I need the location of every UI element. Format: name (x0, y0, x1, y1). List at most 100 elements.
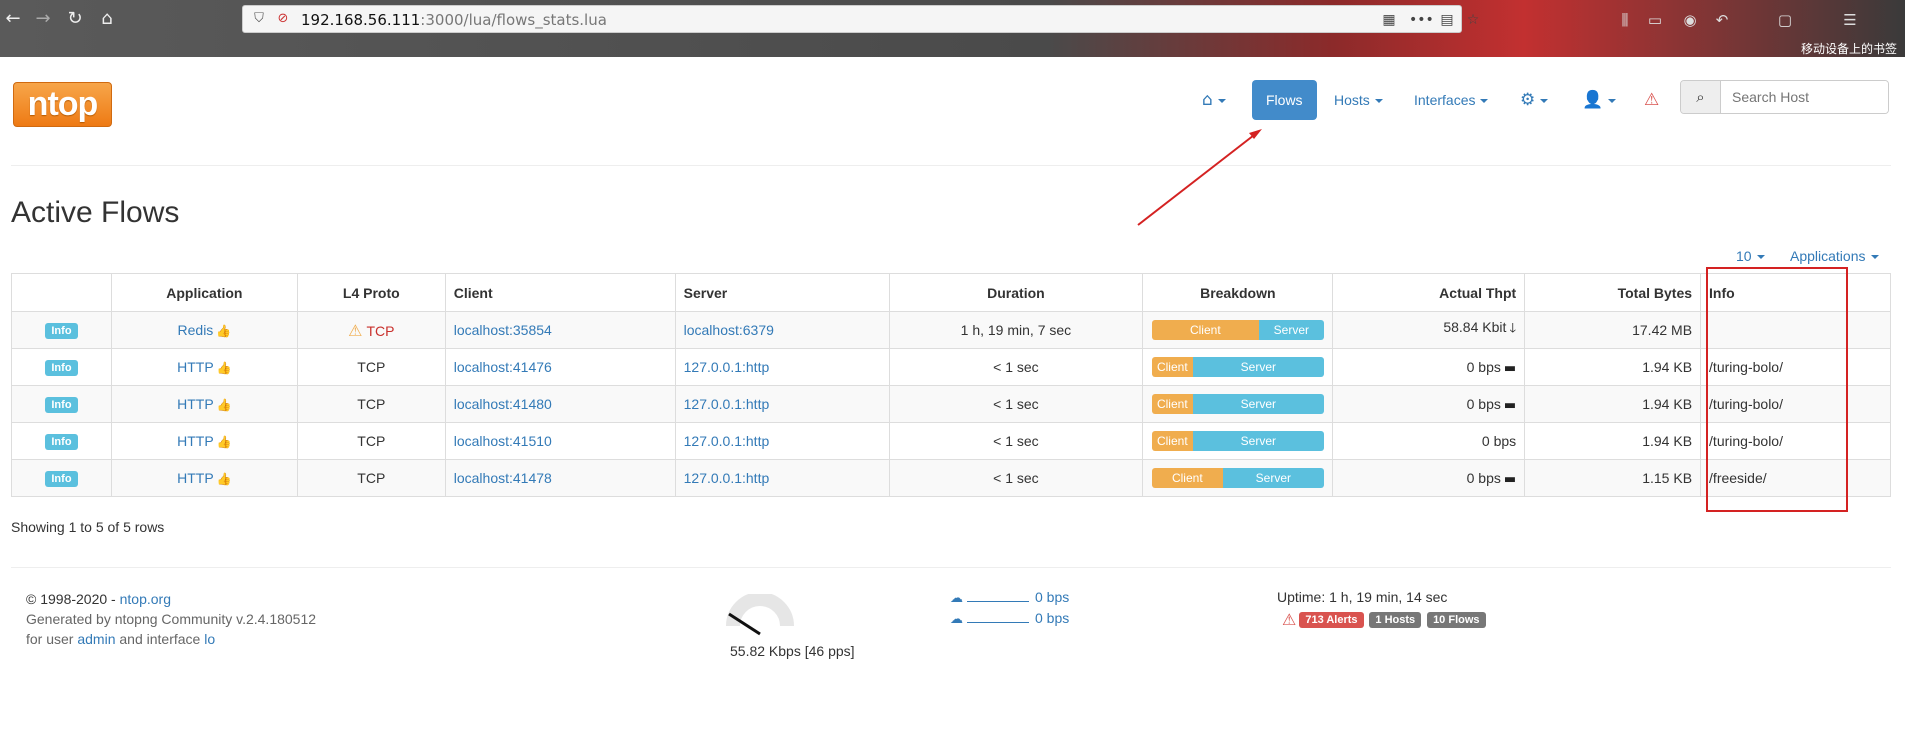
generated-by-text: Generated by ntopng Community v.2.4.1805… (26, 611, 317, 627)
application-cell: Redis 👍 (110, 311, 298, 349)
server-share-bar: Server (1192, 357, 1324, 377)
page-size-dropdown[interactable]: 10 (1736, 248, 1765, 264)
server-link[interactable]: localhost:6379 (684, 322, 774, 338)
info-button[interactable]: Info (45, 360, 78, 376)
search-input[interactable] (1722, 81, 1888, 113)
client-cell: localhost:41478 (444, 459, 676, 497)
duration-cell: < 1 sec (888, 422, 1144, 460)
tab-flows[interactable]: Flows (1252, 80, 1317, 120)
back-icon[interactable]: ← (2, 8, 24, 30)
home-menu[interactable]: ⌂ (1202, 80, 1226, 120)
forward-icon[interactable]: → (32, 8, 54, 30)
server-link[interactable]: 127.0.0.1:http (684, 396, 770, 412)
alerts-badge[interactable]: 713 Alerts (1299, 611, 1364, 628)
more-icon[interactable]: ••• (1409, 10, 1434, 30)
col-header-total-bytes[interactable]: Total Bytes (1524, 273, 1702, 312)
search-icon[interactable]: ⌕ (1681, 81, 1721, 113)
col-header-l4-proto[interactable]: L4 Proto (296, 273, 446, 312)
home-icon[interactable]: ⌂ (96, 8, 118, 30)
l4-proto-cell: ⚠ TCP (296, 311, 446, 349)
interfaces-menu[interactable]: Interfaces (1414, 80, 1489, 120)
address-bar[interactable]: ⛉ ⊘ 192.168.56.111:3000/lua/flows_stats.… (242, 5, 1479, 33)
client-cell: localhost:35854 (444, 311, 676, 349)
client-link[interactable]: localhost:41478 (454, 470, 552, 486)
server-link[interactable]: 127.0.0.1:http (684, 470, 770, 486)
application-link[interactable]: Redis (178, 322, 214, 338)
l4-proto-value: TCP (357, 396, 386, 412)
col-header-server[interactable]: Server (674, 273, 890, 312)
info-button[interactable]: Info (45, 323, 78, 339)
col-header-duration[interactable]: Duration (888, 273, 1144, 312)
info-cell: Info (11, 459, 112, 497)
application-link[interactable]: HTTP (177, 359, 214, 375)
divider (11, 567, 1891, 568)
application-link[interactable]: HTTP (177, 433, 214, 449)
info-button[interactable]: Info (45, 471, 78, 487)
house-icon: ⌂ (1202, 90, 1213, 110)
library-icon[interactable]: ⫼ (1615, 10, 1635, 30)
qr-icon[interactable]: ▦ (1379, 10, 1399, 30)
ntop-org-link[interactable]: ntop.org (120, 591, 171, 607)
duration-cell: < 1 sec (888, 385, 1144, 423)
applications-filter-dropdown[interactable]: Applications (1790, 248, 1879, 264)
and-interface-text: and interface (115, 631, 205, 647)
info-button[interactable]: Info (45, 434, 78, 450)
menu-icon[interactable]: ☰ (1840, 10, 1860, 30)
sync-icon[interactable]: ↶ (1712, 10, 1732, 30)
breakdown-bar: Client Server (1151, 357, 1324, 377)
user-menu[interactable]: 👤 (1582, 80, 1617, 120)
server-link[interactable]: 127.0.0.1:http (684, 359, 770, 375)
insecure-lock-icon[interactable]: ⊘ (275, 11, 291, 27)
upload-traffic[interactable]: ☁ 0 bps (950, 589, 1069, 606)
reader-icon[interactable]: ▤ (1437, 10, 1457, 30)
interface-link[interactable]: lo (204, 631, 215, 647)
col-header-info[interactable]: Info (1700, 273, 1891, 312)
thpt-cell: 58.84 Kbit 🡓 (1332, 311, 1526, 349)
client-link[interactable]: localhost:41480 (454, 396, 552, 412)
server-share-bar: Server (1192, 431, 1324, 451)
col-header-actions (11, 273, 112, 312)
chevron-down-icon (1870, 255, 1879, 260)
mobile-bookmarks[interactable]: 移动设备上的书签 (1801, 40, 1897, 57)
duration-cell: < 1 sec (888, 348, 1144, 386)
table-header-row: Application L4 Proto Client Server Durat… (11, 273, 1891, 312)
flows-badge[interactable]: 10 Flows (1427, 611, 1486, 628)
star-icon[interactable]: ☆ (1463, 10, 1483, 30)
user-link[interactable]: admin (77, 631, 115, 647)
application-cell: HTTP 👍 (110, 422, 298, 460)
l4-proto-value: TCP (357, 359, 386, 375)
chevron-down-icon (1756, 255, 1765, 260)
download-traffic[interactable]: ☁ 0 bps (950, 610, 1069, 627)
alerts-link[interactable]: ⚠ (1644, 80, 1659, 120)
arrow-down-icon: 🡓 (1509, 321, 1517, 336)
application-link[interactable]: HTTP (177, 470, 214, 486)
server-cell: 127.0.0.1:http (674, 422, 890, 460)
client-link[interactable]: localhost:41476 (454, 359, 552, 375)
account-icon[interactable]: ◉ (1680, 10, 1700, 30)
col-header-actual-thpt[interactable]: Actual Thpt (1332, 273, 1526, 312)
col-header-client[interactable]: Client (444, 273, 676, 312)
col-header-application[interactable]: Application (110, 273, 298, 312)
server-share-bar: Server (1222, 468, 1324, 488)
application-link[interactable]: HTTP (177, 396, 214, 412)
client-link[interactable]: localhost:35854 (454, 322, 552, 338)
hosts-badge[interactable]: 1 Hosts (1369, 611, 1422, 628)
url-text[interactable]: 192.168.56.111:3000/lua/flows_stats.lua (301, 11, 607, 29)
info-button[interactable]: Info (45, 397, 78, 413)
application-cell: HTTP 👍 (110, 348, 298, 386)
thpt-value: 58.84 Kbit (1443, 319, 1507, 335)
hosts-menu[interactable]: Hosts (1334, 80, 1383, 120)
client-link[interactable]: localhost:41510 (454, 433, 552, 449)
thpt-cell: 0 bps (1332, 422, 1526, 460)
breakdown-cell: Client Server (1142, 459, 1334, 497)
breakdown-cell: Client Server (1142, 311, 1334, 349)
screenshot-icon[interactable]: ▢ (1775, 10, 1795, 30)
ntop-logo[interactable]: ntop (13, 82, 112, 127)
url-host: 192.168.56.111 (301, 11, 421, 29)
copyright-text: © 1998-2020 - (26, 591, 120, 607)
server-link[interactable]: 127.0.0.1:http (684, 433, 770, 449)
settings-menu[interactable]: ⚙ (1520, 80, 1549, 120)
shield-icon[interactable]: ⛉ (251, 11, 267, 27)
sidebar-icon[interactable]: ▭ (1645, 10, 1665, 30)
reload-icon[interactable]: ↻ (64, 8, 86, 30)
